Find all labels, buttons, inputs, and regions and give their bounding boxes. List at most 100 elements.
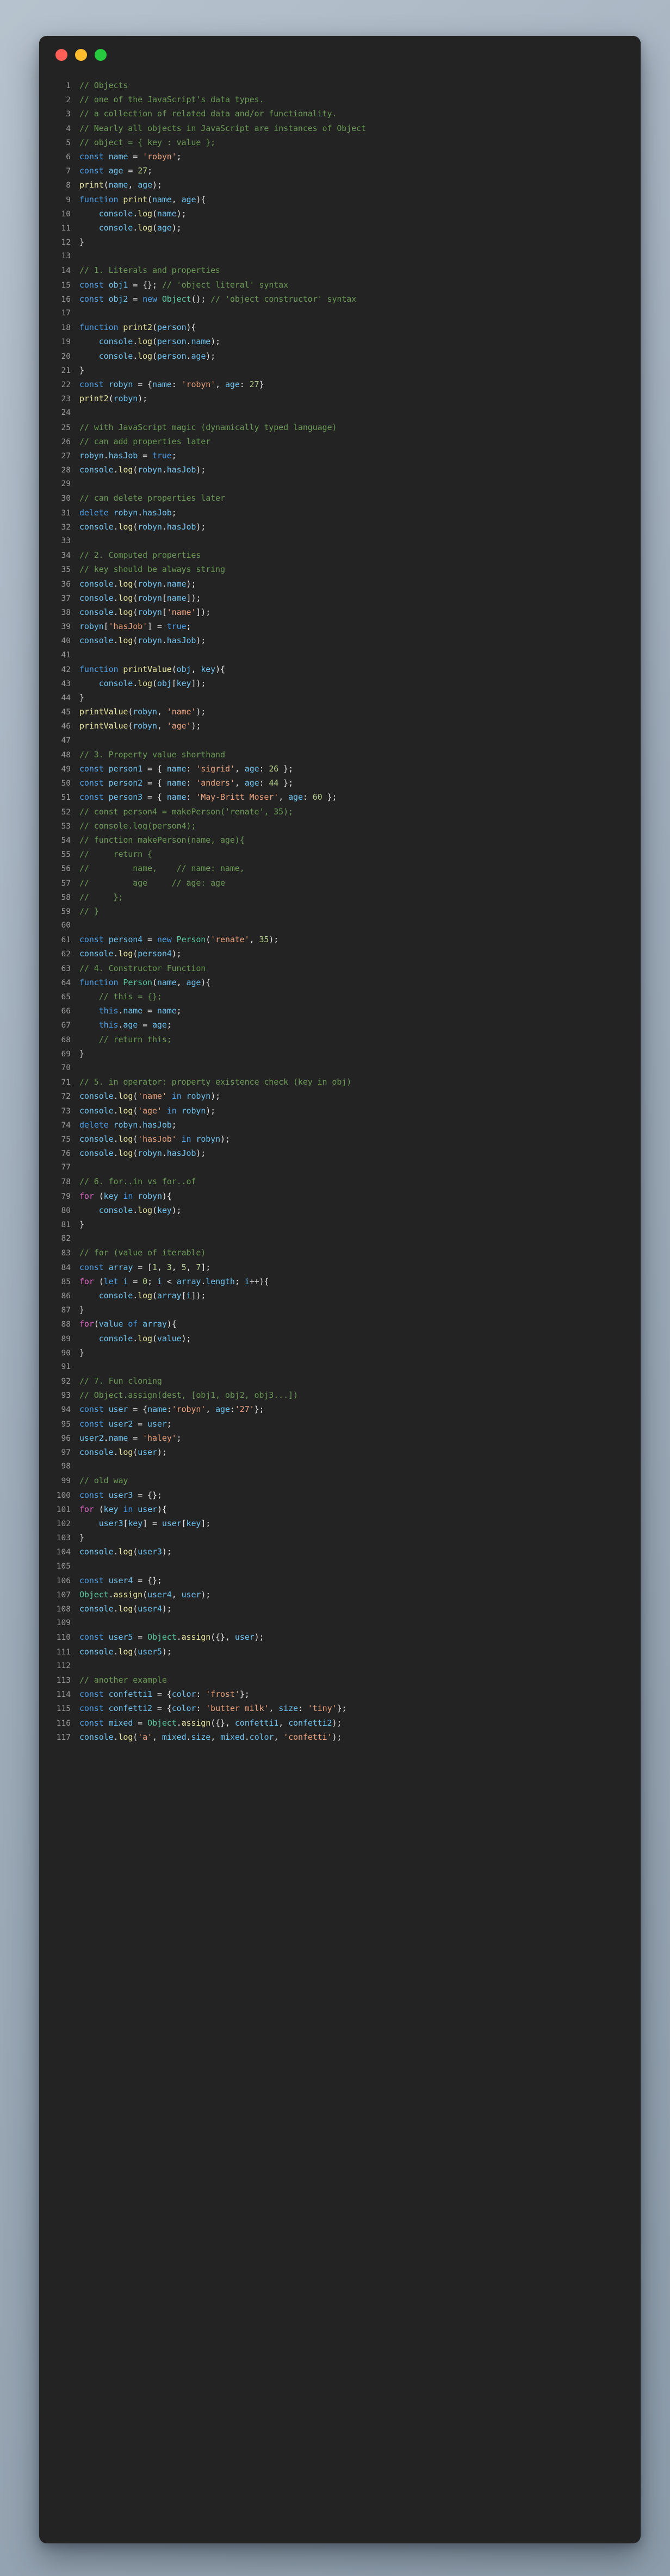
- code-line[interactable]: 65 // this = {};: [39, 990, 641, 1004]
- code-line[interactable]: 86 console.log(array[i]);: [39, 1289, 641, 1303]
- code-line[interactable]: 50 const person2 = { name: 'anders', age:…: [39, 776, 641, 790]
- code-line[interactable]: 5 // object = { key : value };: [39, 135, 641, 150]
- code-line[interactable]: 14 // 1. Literals and properties: [39, 263, 641, 277]
- code-line[interactable]: 89 console.log(value);: [39, 1331, 641, 1346]
- code-line[interactable]: 72 console.log('name' in robyn);: [39, 1089, 641, 1103]
- code-line[interactable]: 13: [39, 249, 641, 263]
- code-line[interactable]: 22 const robyn = {name: 'robyn', age: 27}: [39, 377, 641, 391]
- code-line[interactable]: 97 console.log(user);: [39, 1445, 641, 1459]
- code-line[interactable]: 44}: [39, 690, 641, 705]
- code-line[interactable]: 25 // with JavaScript magic (dynamically …: [39, 420, 641, 434]
- code-line[interactable]: 63 // 4. Constructor Function: [39, 961, 641, 975]
- code-line[interactable]: 107 Object.assign(user4, user);: [39, 1588, 641, 1602]
- code-line[interactable]: 17: [39, 306, 641, 320]
- code-line[interactable]: 20 console.log(person.age);: [39, 349, 641, 363]
- code-line[interactable]: 7 const age = 27;: [39, 164, 641, 178]
- code-line[interactable]: 75 console.log('hasJob' in robyn);: [39, 1132, 641, 1146]
- code-line[interactable]: 113 // another example: [39, 1673, 641, 1687]
- code-line[interactable]: 64 function Person(name, age){: [39, 975, 641, 990]
- code-line[interactable]: 94 const user = {name:'robyn', age:'27'};: [39, 1402, 641, 1416]
- code-line[interactable]: 96 user2.name = 'haley';: [39, 1431, 641, 1445]
- code-line[interactable]: 111 console.log(user5);: [39, 1645, 641, 1659]
- code-line[interactable]: 66 this.name = name;: [39, 1004, 641, 1018]
- code-line[interactable]: 105: [39, 1559, 641, 1573]
- code-line[interactable]: 46 printValue(robyn, 'age');: [39, 719, 641, 733]
- code-line[interactable]: 3 // a collection of related data and/or …: [39, 107, 641, 121]
- code-line[interactable]: 80 console.log(key);: [39, 1203, 641, 1217]
- code-line[interactable]: 78 // 6. for..in vs for..of: [39, 1174, 641, 1189]
- code-line[interactable]: 38 console.log(robyn['name']);: [39, 605, 641, 619]
- code-line[interactable]: 35 // key should be always string: [39, 562, 641, 576]
- code-line[interactable]: 108 console.log(user4);: [39, 1602, 641, 1616]
- code-line[interactable]: 77: [39, 1160, 641, 1174]
- code-line[interactable]: 114 const confetti1 = {color: 'frost'};: [39, 1687, 641, 1701]
- code-line[interactable]: 87}: [39, 1303, 641, 1317]
- code-line[interactable]: 76 console.log(robyn.hasJob);: [39, 1146, 641, 1160]
- code-line[interactable]: 88 for(value of array){: [39, 1317, 641, 1331]
- code-line[interactable]: 70: [39, 1061, 641, 1075]
- code-line[interactable]: 12}: [39, 235, 641, 249]
- code-line[interactable]: 60: [39, 918, 641, 932]
- code-line[interactable]: 92 // 7. Fun cloning: [39, 1374, 641, 1388]
- code-line[interactable]: 104 console.log(user3);: [39, 1545, 641, 1559]
- code-line[interactable]: 67 this.age = age;: [39, 1018, 641, 1032]
- code-line[interactable]: 83 // for (value of iterable): [39, 1246, 641, 1260]
- code-line[interactable]: 95 const user2 = user;: [39, 1417, 641, 1431]
- code-line[interactable]: 34 // 2. Computed properties: [39, 548, 641, 562]
- close-button[interactable]: [55, 49, 67, 61]
- code-line[interactable]: 103}: [39, 1530, 641, 1545]
- code-line[interactable]: 62 console.log(person4);: [39, 947, 641, 961]
- code-line[interactable]: 26 // can add properties later: [39, 434, 641, 449]
- code-line[interactable]: 48 // 3. Property value shorthand: [39, 748, 641, 762]
- code-line[interactable]: 110 const user5 = Object.assign({}, user)…: [39, 1630, 641, 1644]
- window-title-bar[interactable]: [39, 36, 641, 74]
- code-line[interactable]: 84 const array = [1, 3, 5, 7];: [39, 1260, 641, 1274]
- code-line[interactable]: 100 const user3 = {};: [39, 1488, 641, 1502]
- code-line[interactable]: 30 // can delete properties later: [39, 491, 641, 505]
- code-line[interactable]: 82: [39, 1231, 641, 1246]
- code-line[interactable]: 4 // Nearly all objects in JavaScript are…: [39, 121, 641, 135]
- code-line[interactable]: 117 console.log('a', mixed.size, mixed.co…: [39, 1730, 641, 1744]
- code-line[interactable]: 27 robyn.hasJob = true;: [39, 449, 641, 463]
- code-line[interactable]: 115 const confetti2 = {color: 'butter mil…: [39, 1701, 641, 1715]
- code-line[interactable]: 53 // console.log(person4);: [39, 819, 641, 833]
- code-line[interactable]: 42 function printValue(obj, key){: [39, 662, 641, 676]
- code-line[interactable]: 23 print2(robyn);: [39, 391, 641, 406]
- code-line[interactable]: 21}: [39, 363, 641, 377]
- code-line[interactable]: 52 // const person4 = makePerson('renate'…: [39, 805, 641, 819]
- code-line[interactable]: 24: [39, 406, 641, 420]
- code-line[interactable]: 37 console.log(robyn[name]);: [39, 591, 641, 605]
- code-line[interactable]: 81}: [39, 1217, 641, 1231]
- code-line[interactable]: 112: [39, 1659, 641, 1673]
- code-content-area[interactable]: 1 // Objects 2 // one of the JavaScript's d…: [39, 74, 641, 1763]
- code-line[interactable]: 49 const person1 = { name: 'sigrid', age:…: [39, 762, 641, 776]
- code-line[interactable]: 68 // return this;: [39, 1032, 641, 1047]
- code-line[interactable]: 85 for (let i = 0; i < array.length; i++)…: [39, 1274, 641, 1289]
- code-line[interactable]: 61 const person4 = new Person('renate', 3…: [39, 932, 641, 947]
- code-line[interactable]: 36 console.log(robyn.name);: [39, 577, 641, 591]
- minimize-button[interactable]: [75, 49, 87, 61]
- code-line[interactable]: 116 const mixed = Object.assign({}, confe…: [39, 1716, 641, 1730]
- code-line[interactable]: 54 // function makePerson(name, age){: [39, 833, 641, 847]
- code-line[interactable]: 99 // old way: [39, 1473, 641, 1488]
- code-line[interactable]: 28 console.log(robyn.hasJob);: [39, 463, 641, 477]
- code-line[interactable]: 2 // one of the JavaScript's data types.: [39, 92, 641, 107]
- code-line[interactable]: 79 for (key in robyn){: [39, 1189, 641, 1203]
- code-line[interactable]: 101 for (key in user){: [39, 1502, 641, 1516]
- code-line[interactable]: 106 const user4 = {};: [39, 1573, 641, 1588]
- code-line[interactable]: 55 // return {: [39, 847, 641, 861]
- code-line[interactable]: 91: [39, 1360, 641, 1374]
- code-line[interactable]: 32 console.log(robyn.hasJob);: [39, 520, 641, 534]
- maximize-button[interactable]: [95, 49, 107, 61]
- code-line[interactable]: 59 // }: [39, 904, 641, 918]
- code-line[interactable]: 18 function print2(person){: [39, 320, 641, 334]
- code-line[interactable]: 33: [39, 534, 641, 548]
- code-line[interactable]: 69}: [39, 1047, 641, 1061]
- code-line[interactable]: 56 // name, // name: name,: [39, 861, 641, 875]
- code-line[interactable]: 11 console.log(age);: [39, 221, 641, 235]
- code-line[interactable]: 6 const name = 'robyn';: [39, 150, 641, 164]
- code-line[interactable]: 74 delete robyn.hasJob;: [39, 1118, 641, 1132]
- code-line[interactable]: 58 // };: [39, 890, 641, 904]
- code-line[interactable]: 41: [39, 648, 641, 662]
- code-line[interactable]: 109: [39, 1616, 641, 1630]
